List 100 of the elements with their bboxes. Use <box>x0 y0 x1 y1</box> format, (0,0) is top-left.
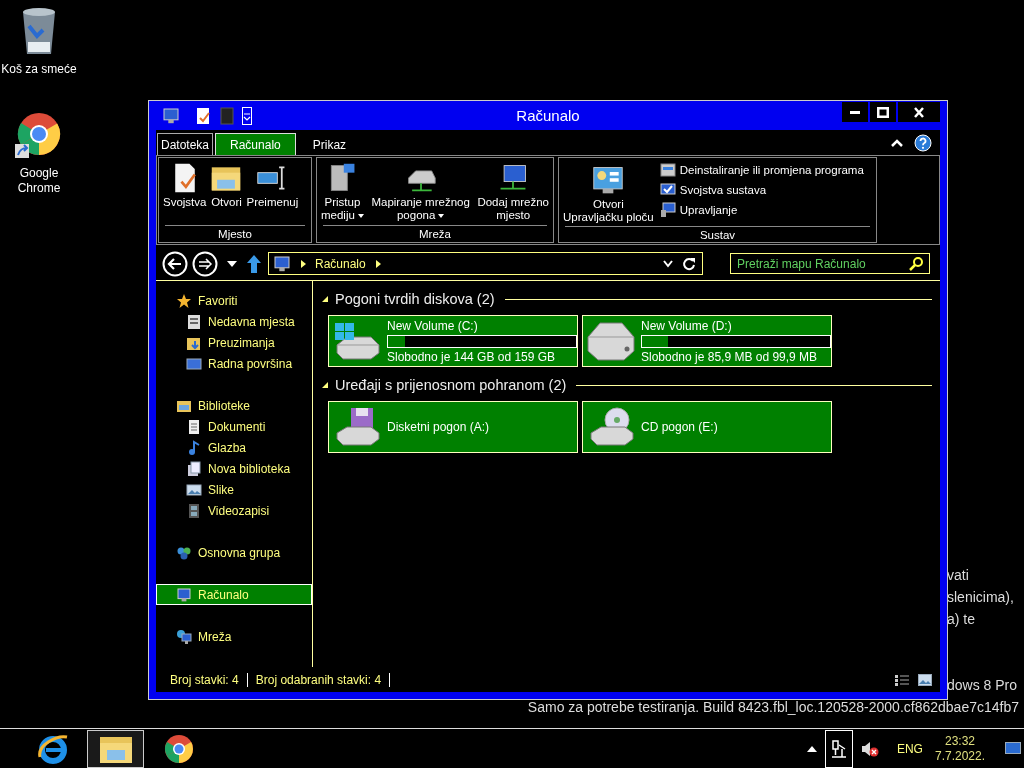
icon-label: Google Chrome <box>16 166 62 196</box>
nav-item[interactable]: Dokumenti <box>156 416 312 437</box>
language-indicator[interactable]: ENG <box>896 741 923 756</box>
group-header[interactable]: Uređaji s prijenosnom pohranom (2) <box>335 377 567 393</box>
help-icon[interactable] <box>914 133 932 152</box>
nav-item[interactable]: Računalo <box>156 584 312 605</box>
show-desktop-icon[interactable] <box>1005 741 1021 756</box>
drive-name: CD pogon (E:) <box>641 420 718 434</box>
ribbon-command[interactable]: Otvori <box>208 160 245 211</box>
desktop-icon <box>186 355 202 372</box>
drive-name: New Volume (C:) <box>387 318 479 333</box>
status-text: Broj odabranih stavki: 4 <box>255 672 391 687</box>
ribbon-command[interactable]: Dodaj mrežno mjesto <box>475 160 551 224</box>
nav-item[interactable]: Radna površina <box>156 353 312 374</box>
desktop-shortcut[interactable]: Koš za smeće <box>0 6 78 77</box>
desktop-text: dows 8 Pro <box>947 676 1019 695</box>
chevron-icon <box>373 258 382 269</box>
properties-icon[interactable] <box>196 106 212 125</box>
status-text: Broj stavki: 4 <box>170 672 248 687</box>
window-title: Računalo <box>516 107 580 124</box>
desktop-text: vati <box>947 566 970 585</box>
star-icon <box>176 292 192 309</box>
drive-tile[interactable]: Disketni pogon (A:) <box>328 401 578 453</box>
expanded-icon[interactable] <box>321 295 329 303</box>
large-icons-view-icon[interactable] <box>918 673 932 686</box>
desktop-text: a) te <box>947 610 976 629</box>
dropdown-icon[interactable] <box>662 258 674 269</box>
drive-name: New Volume (D:) <box>641 318 733 333</box>
maximize-icon <box>877 106 889 118</box>
desktop-text: Samo za potrebe testiranja. Build 8423.fbl_loc.120528-2000.cf862dbae7c14fb7 <box>527 698 1019 717</box>
tray-button[interactable] <box>824 729 853 768</box>
music-note-icon <box>186 439 202 456</box>
browser-icon <box>36 732 69 765</box>
forward-icon[interactable] <box>192 250 218 277</box>
address-bar[interactable]: Računalo <box>268 252 703 275</box>
dropdown-icon[interactable] <box>242 106 252 125</box>
hard-drive-icon <box>333 321 381 361</box>
details-view-icon[interactable] <box>894 673 910 686</box>
ribbon-command[interactable]: Mapiranje mrežnog pogona <box>369 160 472 224</box>
cd-drive-icon <box>587 407 635 447</box>
ribbon-command[interactable]: Otvori Upravljačku ploču <box>561 160 656 226</box>
clock-date[interactable]: 7.7.2022. <box>934 748 985 764</box>
free-space-text: Slobodno je 144 GB od 159 GB <box>387 349 557 364</box>
maximize-button[interactable] <box>870 102 896 122</box>
recent-places-icon <box>186 313 202 330</box>
nav-item[interactable]: Preuzimanja <box>156 332 312 353</box>
search-field[interactable]: Pretraži mapu Računalo <box>730 253 930 274</box>
ribbon-command[interactable]: Upravljanje <box>659 202 864 218</box>
drive-tile[interactable]: CD pogon (E:) <box>582 401 832 453</box>
drive-name: Disketni pogon (A:) <box>387 420 490 434</box>
nav-item[interactable]: Nedavna mjesta <box>156 311 312 332</box>
minimize-icon <box>850 110 860 114</box>
network-icon <box>176 628 192 645</box>
up-arrow-icon[interactable] <box>246 253 262 274</box>
free-space-text: Slobodno je 85,9 MB od 99,9 MB <box>641 349 819 364</box>
computer-icon <box>273 254 291 273</box>
group-header[interactable]: Pogoni tvrdih diskova (2) <box>335 291 495 307</box>
search-icon[interactable] <box>909 256 923 271</box>
breadcrumb[interactable]: Računalo <box>315 256 366 271</box>
minimize-button[interactable] <box>842 102 868 122</box>
ribbon-tab[interactable]: Datoteka <box>157 133 214 155</box>
nav-item[interactable]: Biblioteke <box>156 395 312 416</box>
network-status-icon <box>830 738 847 759</box>
ribbon-tab[interactable]: Prikaz <box>297 133 362 155</box>
taskbar-button[interactable] <box>87 729 144 768</box>
close-icon <box>914 106 924 118</box>
computer-icon <box>176 586 192 603</box>
ribbon-command[interactable]: Preimenuj <box>244 160 301 211</box>
computer-icon[interactable] <box>162 106 180 125</box>
ribbon-command[interactable]: Svojstva <box>161 160 209 211</box>
nav-item[interactable]: Videozapisi <box>156 500 312 521</box>
nav-item[interactable]: Mreža <box>156 626 312 647</box>
drive-tile[interactable]: New Volume (C:) Slobodno je 144 GB od 159 GB <box>328 315 578 367</box>
document-icon <box>186 418 202 435</box>
control-panel-icon <box>592 164 625 196</box>
nav-item[interactable]: Nova biblioteka <box>156 458 312 479</box>
refresh-icon[interactable] <box>682 256 696 271</box>
desktop-text: slenicima), <box>947 588 1015 607</box>
nav-item[interactable]: Favoriti <box>156 290 312 311</box>
ribbon-command[interactable]: Pristup mediju <box>319 160 366 224</box>
nav-item[interactable]: Osnovna grupa <box>156 542 312 563</box>
ribbon-tab[interactable]: Računalo <box>215 133 296 155</box>
group-label: Mjesto <box>165 225 305 242</box>
library-icon <box>186 460 202 477</box>
close-button[interactable] <box>898 102 940 122</box>
drive-tile[interactable]: New Volume (D:) Slobodno je 85,9 MB od 99,9 MB <box>582 315 832 367</box>
film-strip-icon <box>186 502 202 519</box>
chevron-icon <box>299 258 307 269</box>
recent-dropdown-icon[interactable] <box>226 259 238 268</box>
nav-item[interactable]: Slike <box>156 479 312 500</box>
desktop-shortcut[interactable]: Google Chrome <box>0 112 78 196</box>
ribbon-command[interactable]: Deinstaliranje ili promjena programa <box>659 162 864 178</box>
nav-item[interactable]: Glazba <box>156 437 312 458</box>
back-icon[interactable] <box>162 250 188 277</box>
hard-drive-icon <box>587 321 635 361</box>
clock-time[interactable]: 23:32 <box>944 733 975 749</box>
computer-management-icon <box>659 202 676 218</box>
ribbon-command[interactable]: Svojstva sustava <box>659 182 864 198</box>
expanded-icon[interactable] <box>321 381 329 389</box>
system-properties-icon <box>659 182 676 198</box>
